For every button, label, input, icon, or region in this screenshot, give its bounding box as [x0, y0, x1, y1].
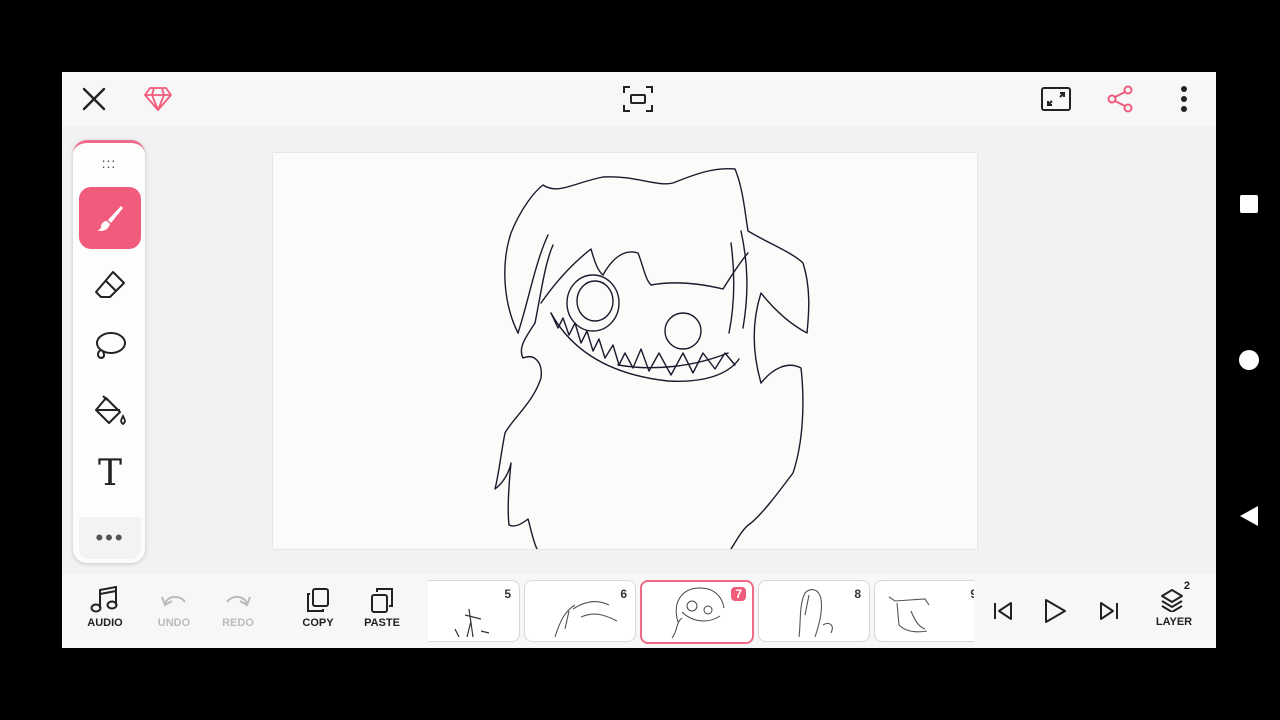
frame-sketch	[798, 589, 833, 638]
skip-previous-icon	[994, 602, 1012, 620]
text-tool-button[interactable]: T	[79, 443, 141, 505]
last-frame-button[interactable]	[1092, 594, 1126, 628]
top-bar	[62, 72, 1216, 126]
frame-number: 7	[731, 587, 746, 601]
layer-label: LAYER	[1155, 616, 1193, 628]
frame-number: 5	[504, 587, 511, 601]
audio-label: AUDIO	[87, 617, 123, 629]
lasso-icon	[96, 332, 126, 360]
play-button[interactable]	[1038, 594, 1072, 628]
brush-icon	[97, 206, 123, 231]
fill-icon	[95, 395, 126, 426]
drawing-canvas[interactable]	[273, 153, 977, 550]
frame-thumbnail[interactable]: 8	[758, 580, 870, 642]
circle-icon	[1239, 350, 1259, 370]
play-icon	[1045, 599, 1066, 623]
fullscreen-button[interactable]	[1036, 82, 1076, 116]
paste-button[interactable]: PASTE	[352, 586, 412, 638]
frame-thumbnail[interactable]: 9	[874, 580, 974, 642]
animation-editor: ::: T ••• AUDIO UNDO REDO COPY PASTE 5 6…	[62, 72, 1216, 648]
fill-tool-button[interactable]	[79, 380, 141, 442]
frame-sketch	[554, 600, 618, 638]
premium-button[interactable]	[138, 82, 178, 116]
eraser-icon	[95, 271, 125, 298]
frame-number: 9	[970, 587, 974, 601]
copy-label: COPY	[302, 617, 334, 629]
layer-button[interactable]: 2 LAYER	[1144, 580, 1204, 636]
palette-drag-handle[interactable]: :::	[73, 155, 145, 171]
more-tools-button[interactable]: •••	[79, 517, 141, 559]
frame-sketch	[888, 596, 930, 633]
close-button[interactable]	[74, 82, 114, 116]
brush-tool-button[interactable]	[79, 187, 141, 249]
audio-button[interactable]: AUDIO	[75, 586, 135, 638]
bottom-bar: AUDIO UNDO REDO COPY PASTE 5 6 7 8 2 LAY…	[62, 574, 1216, 648]
frame-thumbnail[interactable]: 5	[428, 580, 520, 642]
frame-number: 6	[620, 587, 627, 601]
fit-screen-icon	[623, 86, 653, 112]
share-icon	[1107, 85, 1133, 113]
share-button[interactable]	[1100, 82, 1140, 116]
undo-label: UNDO	[157, 617, 191, 629]
fit-screen-button[interactable]	[618, 82, 658, 116]
diamond-icon	[144, 87, 172, 111]
copy-button[interactable]: COPY	[288, 586, 348, 638]
undo-icon	[161, 596, 186, 607]
text-icon: T	[97, 453, 122, 494]
close-icon	[82, 87, 106, 111]
system-nav-bar	[1216, 0, 1280, 720]
more-options-button[interactable]	[1164, 82, 1204, 116]
back-triangle-icon	[1240, 506, 1258, 526]
frame-number: 8	[854, 587, 861, 601]
eraser-tool-button[interactable]	[79, 253, 141, 315]
paste-label: PASTE	[364, 617, 400, 629]
frame-thumbnail-active[interactable]: 7	[640, 580, 754, 644]
redo-label: REDO	[222, 617, 254, 629]
redo-icon	[226, 596, 251, 607]
layer-count-badge: 2	[1183, 580, 1190, 592]
square-icon	[1240, 195, 1258, 213]
expand-icon	[1041, 87, 1071, 111]
lasso-tool-button[interactable]	[79, 315, 141, 377]
more-vert-icon	[1181, 86, 1187, 112]
redo-button[interactable]: REDO	[208, 586, 268, 638]
first-frame-button[interactable]	[986, 594, 1020, 628]
sketch-drawing	[494, 167, 810, 550]
back-button[interactable]	[1238, 505, 1260, 527]
home-button[interactable]	[1238, 349, 1260, 371]
paste-icon	[371, 588, 393, 613]
frame-timeline[interactable]: 5 6 7 8	[428, 580, 974, 644]
recents-button[interactable]	[1238, 193, 1260, 215]
frame-thumbnail[interactable]: 6	[524, 580, 636, 642]
music-note-icon	[90, 586, 118, 613]
skip-next-icon	[1100, 602, 1118, 620]
undo-button[interactable]: UNDO	[144, 586, 204, 638]
layer-icon-wrap: 2	[1158, 580, 1190, 614]
tool-palette: ::: T •••	[73, 140, 145, 563]
copy-icon	[307, 588, 329, 612]
